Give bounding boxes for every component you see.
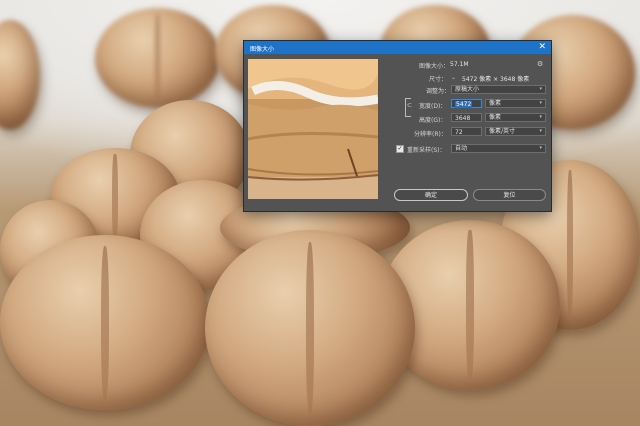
- dialog-title: 图像大小: [250, 46, 275, 53]
- walnut: [95, 8, 220, 108]
- image-size-value: 57.1M: [450, 61, 469, 68]
- resolution-value: 72: [455, 129, 463, 136]
- width-unit-select[interactable]: 像素 ▾: [485, 99, 546, 108]
- close-icon[interactable]: ✕: [538, 42, 546, 53]
- resolution-unit-value: 像素/英寸: [489, 128, 516, 135]
- height-unit-select[interactable]: 像素 ▾: [485, 113, 546, 122]
- dimensions-value: 5472 像素 × 3648 像素: [462, 76, 530, 83]
- walnut: [0, 20, 40, 130]
- height-input[interactable]: 3648: [451, 113, 482, 122]
- image-size-dialog: 图像大小 ✕ 图像大小： 57.1M ⚙ 尺寸： ⌄ 5472 像素 × 364…: [243, 40, 552, 212]
- resolution-label: 分辨率(R)：: [414, 131, 447, 138]
- fit-to-label: 调整为：: [426, 88, 451, 95]
- chevron-down-icon: ▾: [539, 145, 542, 151]
- height-label: 高度(G)：: [419, 117, 447, 124]
- resolution-input[interactable]: 72: [451, 127, 482, 136]
- width-input[interactable]: 5472: [451, 99, 482, 108]
- ok-button[interactable]: 确定: [394, 189, 468, 201]
- height-value: 3648: [455, 115, 471, 122]
- gear-icon[interactable]: ⚙: [537, 60, 543, 68]
- width-unit-value: 像素: [489, 100, 502, 107]
- link-icon[interactable]: ⊂: [407, 102, 412, 109]
- walnut-closeup-image: [248, 59, 378, 199]
- width-label: 宽度(D)：: [419, 103, 447, 110]
- checkmark-icon: ✓: [397, 145, 403, 152]
- walnut: [0, 235, 210, 410]
- image-preview[interactable]: [248, 59, 378, 199]
- resample-select[interactable]: 自动 ▾: [451, 144, 546, 153]
- image-size-label: 图像大小：: [419, 63, 450, 70]
- chevron-down-icon[interactable]: ⌄: [451, 74, 456, 81]
- height-unit-value: 像素: [489, 114, 502, 121]
- chevron-down-icon: ▾: [539, 100, 542, 106]
- fit-to-select[interactable]: 原稿大小 ▾: [451, 85, 546, 94]
- dialog-titlebar[interactable]: 图像大小 ✕: [244, 41, 551, 54]
- resolution-unit-select[interactable]: 像素/英寸 ▾: [485, 127, 546, 136]
- chevron-down-icon: ▾: [539, 114, 542, 120]
- walnut: [205, 230, 415, 426]
- fit-to-value: 原稿大小: [455, 86, 480, 93]
- width-value: 5472: [455, 101, 473, 108]
- resample-label: 重新采样(S)：: [407, 147, 446, 154]
- reset-button[interactable]: 复位: [473, 189, 546, 201]
- chevron-down-icon: ▾: [539, 128, 542, 134]
- resample-checkbox[interactable]: ✓: [396, 145, 404, 153]
- dimensions-label: 尺寸：: [429, 76, 448, 83]
- chevron-down-icon: ▾: [539, 86, 542, 92]
- resample-value: 自动: [455, 145, 468, 152]
